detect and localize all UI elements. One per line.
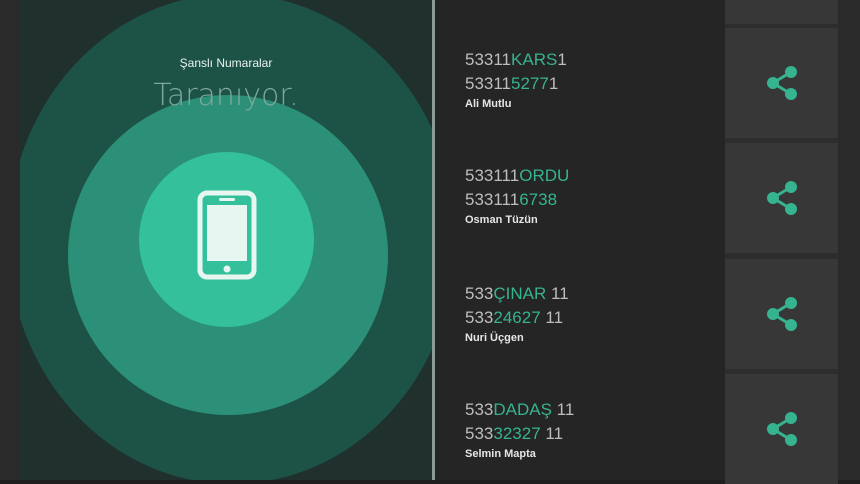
number-highlight: 5277 xyxy=(511,74,549,93)
phone-number: 53311KARS1 xyxy=(465,48,715,72)
share-button[interactable] xyxy=(725,259,838,369)
number-prefix: 533111 xyxy=(465,166,520,185)
share-button[interactable] xyxy=(725,374,838,484)
number-prefix: 533 xyxy=(465,308,494,327)
number-prefix: 533111 xyxy=(465,190,520,209)
phone-number: 533DADAŞ 11 xyxy=(465,398,715,422)
number-suffix: 1 xyxy=(557,50,567,69)
left-bezel xyxy=(0,0,20,480)
number-prefix: 53311 xyxy=(465,74,512,93)
phone-number: 53332327 11 xyxy=(465,422,715,446)
share-column-edge xyxy=(838,0,860,480)
scan-screen: Şanslı Numaralar Taranıyor. xyxy=(20,0,432,480)
number-highlight: 24627 xyxy=(493,308,541,327)
number-highlight: 32327 xyxy=(493,424,541,443)
phone-number: 53324627 11 xyxy=(465,306,715,330)
contact-name: Ali Mutlu xyxy=(465,98,512,110)
share-button[interactable] xyxy=(725,143,838,253)
number-highlight: KARS xyxy=(511,50,558,69)
number-suffix: 11 xyxy=(551,400,575,419)
number-prefix: 53311 xyxy=(465,50,512,69)
share-icon xyxy=(766,297,797,331)
number-highlight: ORDU xyxy=(519,166,570,185)
share-button[interactable] xyxy=(725,0,838,24)
share-icon xyxy=(766,412,797,446)
scan-status: Taranıyor. xyxy=(153,78,299,113)
share-icon xyxy=(766,66,797,100)
phone-number: 5331116738 xyxy=(465,188,715,212)
number-suffix: 1 xyxy=(548,74,559,93)
contact-name: Nuri Üçgen xyxy=(465,332,524,344)
share-button[interactable] xyxy=(725,28,838,138)
contact-name: Osman Tüzün xyxy=(465,214,538,226)
list-item[interactable]: 533111ORDU 5331116738 Osman Tüzün xyxy=(465,164,715,226)
contact-name: Selmin Mapta xyxy=(465,448,536,460)
number-suffix: 11 xyxy=(546,284,569,303)
app-title: Şanslı Numaralar xyxy=(179,56,273,70)
phone-number: 533111ORDU xyxy=(465,164,715,188)
share-column xyxy=(725,0,860,484)
list-item[interactable]: 53311KARS1 5331152771 Ali Mutlu xyxy=(465,48,715,110)
number-highlight: DADAŞ xyxy=(493,400,552,419)
number-prefix: 533 xyxy=(465,400,494,419)
number-prefix: 533 xyxy=(465,424,494,443)
number-suffix: 11 xyxy=(540,424,564,443)
phone-number: 5331152771 xyxy=(465,72,715,96)
phone-number: 533ÇINAR 11 xyxy=(465,282,715,306)
share-icon xyxy=(766,181,797,215)
number-prefix: 533 xyxy=(465,284,494,303)
list-item[interactable]: 533DADAŞ 11 53332327 11 Selmin Mapta xyxy=(465,398,715,460)
number-highlight: ÇINAR xyxy=(493,284,547,303)
list-item[interactable]: 533ÇINAR 11 53324627 11 Nuri Üçgen xyxy=(465,282,715,344)
smartphone-icon xyxy=(197,190,257,280)
number-suffix: 11 xyxy=(540,308,564,327)
number-highlight: 6738 xyxy=(519,190,558,209)
